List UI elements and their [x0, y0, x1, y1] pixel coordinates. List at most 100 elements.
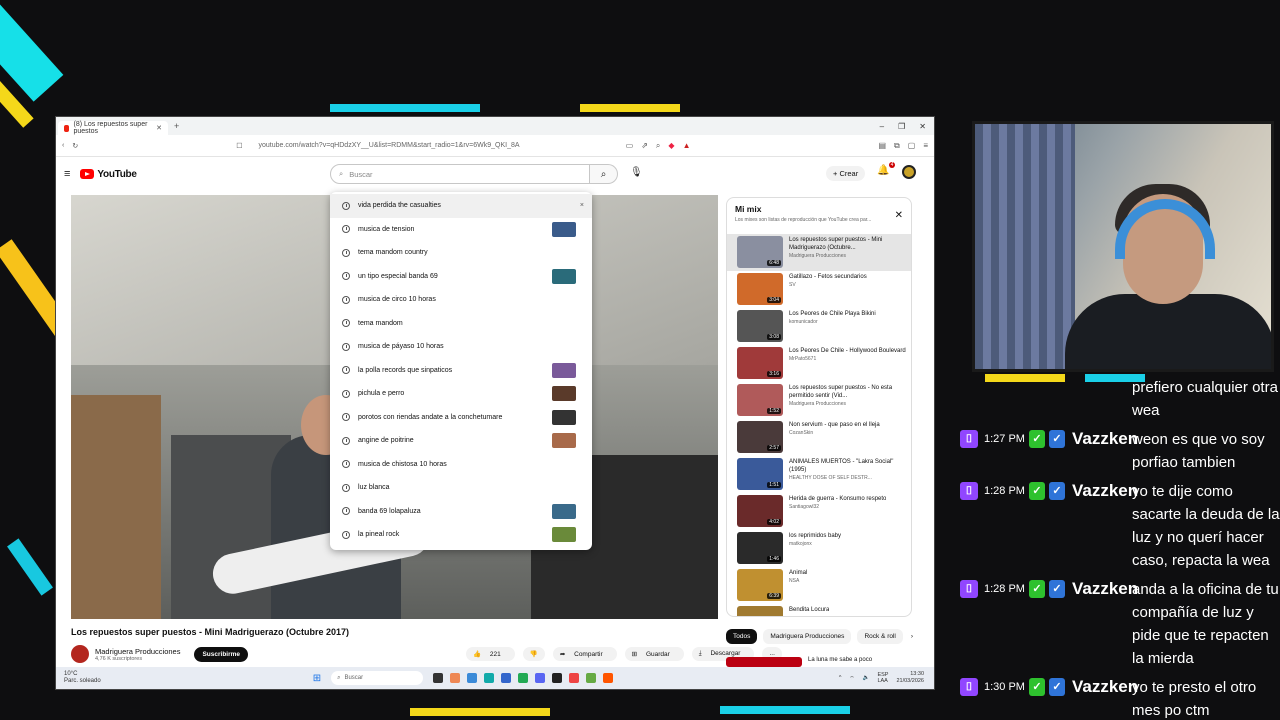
search-suggestion[interactable]: musica de páyaso 10 horas — [330, 335, 592, 359]
close-icon[interactable]: ✕ — [895, 210, 903, 221]
search-suggestion[interactable]: porotos con riendas andate a la conchetu… — [330, 406, 592, 430]
recommendation-item[interactable]: La luna me sabe a poco — [726, 657, 872, 667]
close-tab-icon[interactable]: ✕ — [156, 124, 162, 132]
like-button[interactable]: 👍 221 — [466, 647, 515, 661]
rewards-icon[interactable]: ▲ — [683, 141, 691, 151]
bookmark-icon[interactable]: ☐ — [236, 142, 242, 150]
chat-username[interactable]: Vazzken — [1072, 480, 1138, 502]
chip-channel[interactable]: Madriguera Producciones — [763, 629, 852, 644]
app-icon[interactable] — [518, 673, 529, 683]
channel-avatar[interactable] — [71, 645, 89, 663]
share-icon[interactable]: ⇗ — [641, 141, 648, 151]
search-suggestion[interactable]: musica de circo 10 horas — [330, 288, 592, 312]
save-button[interactable]: ⊞ Guardar — [624, 647, 684, 661]
playlist-item[interactable]: 6:39 Animal NSA — [727, 567, 911, 604]
clock[interactable]: 13:30 21/03/2026 — [896, 671, 924, 685]
zoom-icon[interactable]: ⌕ — [656, 141, 660, 151]
wallet-icon[interactable]: ▢ — [908, 141, 916, 151]
microphone-icon[interactable]: 🎙 — [630, 167, 643, 178]
search-suggestion[interactable]: musica de chistosa 10 horas — [330, 453, 592, 477]
duration-badge: 3:08 — [767, 334, 781, 340]
suggestion-text: pichula e perro — [358, 390, 405, 398]
chat-username[interactable]: Vazzken — [1072, 676, 1138, 698]
store-icon[interactable] — [501, 673, 512, 683]
maximize-button[interactable]: ❐ — [898, 122, 905, 131]
search-suggestion[interactable]: vida perdida the casualties × — [330, 194, 592, 218]
playlist-item[interactable]: 1:46 los reprimidos baby matkojonx — [727, 530, 911, 567]
chat-username[interactable]: Vazzken — [1072, 428, 1138, 450]
url-field[interactable]: youtube.com/watch?v=qHDdzXY__U&list=RDMM… — [259, 142, 520, 149]
language-indicator[interactable]: ESP LAA — [877, 672, 888, 684]
playlist-item[interactable]: 1:51 ANIMALES MUERTOS - "Lakra Social" (1… — [727, 456, 911, 493]
notifications-bell-icon[interactable]: 🔔 4 — [877, 162, 896, 176]
search-suggestion[interactable]: musica de tension — [330, 218, 592, 242]
search-suggestion[interactable]: luz blanca — [330, 476, 592, 500]
brave-icon[interactable] — [603, 673, 614, 683]
search-suggestion[interactable]: pichula e perro — [330, 382, 592, 406]
new-tab-button[interactable]: + — [174, 121, 179, 131]
edge-icon[interactable] — [484, 673, 495, 683]
search-input[interactable]: ⌕ Buscar — [330, 164, 590, 184]
subscriber-count: 4,76 K suscriptores — [95, 655, 143, 662]
search-suggestion[interactable]: un tipo especial banda 69 — [330, 265, 592, 289]
channel-name[interactable]: Madriguera Producciones — [95, 647, 180, 656]
chat-username[interactable]: Vazzken — [1072, 578, 1138, 600]
back-icon[interactable]: ‹ — [62, 142, 64, 149]
discord-icon[interactable] — [535, 673, 546, 683]
playlist-item[interactable]: 6:48 Los repuestos super puestos - Mini M… — [727, 234, 911, 271]
browser-tab[interactable]: (8) Los repuestos super puestos ✕ — [58, 121, 168, 135]
search-suggestion[interactable]: la pineal rock — [330, 523, 592, 547]
chrome-icon[interactable] — [569, 673, 580, 683]
remove-suggestion-icon[interactable]: × — [580, 202, 584, 209]
chevron-right-icon[interactable]: › — [909, 629, 915, 644]
playlist-item-title: los reprimidos baby — [789, 533, 842, 539]
taskbar-search[interactable]: ⌕ Buscar — [331, 671, 424, 685]
volume-icon[interactable]: 🔈 — [863, 675, 870, 681]
sidebar-icon[interactable]: ▤ — [878, 141, 886, 151]
minimize-button[interactable]: – — [880, 122, 884, 131]
hamburger-menu-icon[interactable]: ≡ — [64, 168, 70, 180]
playlist-item[interactable]: 4:02 Herida de guerra - Konsumo respeto Sa… — [727, 493, 911, 530]
search-suggestion[interactable]: tema mandom country — [330, 241, 592, 265]
close-window-button[interactable]: ✕ — [919, 122, 926, 131]
app-icon-2[interactable] — [586, 673, 597, 683]
playlist-item[interactable]: 1:52 Los repuestos super puestos - No est… — [727, 382, 911, 419]
search-button[interactable]: ⌕ — [590, 164, 618, 184]
obs-icon[interactable] — [552, 673, 563, 683]
search-suggestion[interactable]: la polla records que sinpaticos — [330, 359, 592, 383]
playlist-item[interactable]: 3:08 Los Peores de Chile Playa Bikini komu… — [727, 308, 911, 345]
extensions-icon[interactable]: ⧉ — [894, 141, 900, 151]
files-icon[interactable] — [467, 673, 478, 683]
create-button[interactable]: + Crear — [826, 166, 866, 181]
playlist-item[interactable]: 3:04 Gatillazo - Fetos secundarios SV — [727, 271, 911, 308]
suggestion-thumbnail — [552, 221, 576, 237]
youtube-favicon-icon — [64, 124, 70, 132]
task-view-icon[interactable] — [433, 673, 444, 683]
search-suggestion[interactable]: tema mandom — [330, 312, 592, 336]
widgets-icon[interactable] — [450, 673, 461, 683]
subscribe-button[interactable]: Suscribirme — [194, 646, 249, 662]
brave-shield-icon[interactable]: ◆ — [668, 141, 674, 151]
youtube-logo[interactable]: YouTube — [80, 169, 137, 180]
search-suggestion[interactable]: angine de poitrine — [330, 429, 592, 453]
chevron-up-icon[interactable]: ^ — [839, 675, 842, 681]
playlist-thumbnail: 1:46 — [737, 532, 783, 564]
chat-time: 1:27 PM — [984, 433, 1025, 445]
playlist-item-info: Bendita Locura — [789, 606, 829, 616]
tab-icon[interactable]: ▭ — [626, 141, 634, 151]
chip-all[interactable]: Todos — [726, 629, 758, 644]
address-icons: ▭ ⇗ ⌕ ◆ ▲ — [626, 141, 691, 151]
dislike-button[interactable]: 👎 — [522, 647, 545, 661]
network-icon[interactable]: ⌔ — [849, 675, 854, 682]
playlist-item[interactable]: 2:57 Non servium - que paso en el lleja Co… — [727, 419, 911, 456]
share-button[interactable]: ➦ Compartir — [552, 647, 617, 661]
windows-start-icon[interactable]: ⊞ — [313, 673, 321, 684]
menu-icon[interactable]: ≡ — [923, 141, 928, 151]
reload-icon[interactable]: ↻ — [72, 142, 78, 150]
avatar[interactable] — [902, 165, 916, 179]
playlist-item[interactable]: Bendita Locura — [727, 604, 911, 616]
weather-widget[interactable]: 10°C Parc. soleado — [64, 671, 101, 685]
playlist-item[interactable]: 3:16 Los Peores De Chile - Hollywood Boul… — [727, 345, 911, 382]
chip-rock[interactable]: Rock & roll — [857, 629, 903, 644]
search-suggestion[interactable]: banda 69 lolapaluza — [330, 500, 592, 524]
